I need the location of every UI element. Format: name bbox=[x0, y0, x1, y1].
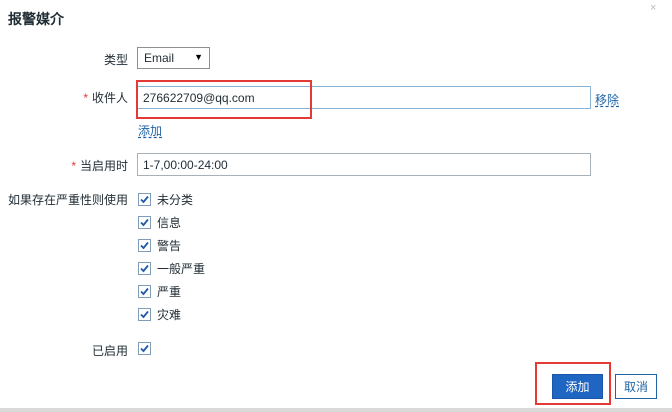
severity-checkbox[interactable] bbox=[138, 215, 151, 229]
severity-label: 如果存在严重性则使用 bbox=[7, 193, 128, 207]
severity-option: 灾难 bbox=[138, 306, 181, 322]
active-period-label-row: * 当启用时 bbox=[71, 157, 128, 174]
recipient-label: 收件人 bbox=[91, 91, 128, 105]
close-icon[interactable]: × bbox=[650, 2, 656, 14]
add-button[interactable]: 添加 bbox=[552, 374, 603, 399]
severity-checkbox[interactable] bbox=[138, 261, 151, 275]
enabled-row bbox=[138, 340, 157, 356]
bottom-edge bbox=[0, 408, 672, 412]
severity-option-label: 灾难 bbox=[157, 307, 182, 322]
severity-option-label: 严重 bbox=[157, 284, 182, 299]
check-icon bbox=[140, 310, 149, 318]
check-icon bbox=[140, 287, 149, 295]
remove-recipient-link[interactable]: 移除 bbox=[595, 91, 619, 108]
severity-option: 未分类 bbox=[138, 191, 193, 207]
enabled-label: 已启用 bbox=[91, 344, 128, 358]
chevron-down-icon: ▼ bbox=[194, 52, 203, 62]
active-period-input[interactable] bbox=[137, 153, 591, 176]
type-select-value: Email bbox=[144, 51, 175, 65]
severity-option: 警告 bbox=[138, 237, 181, 253]
recipient-label-row: * 收件人 bbox=[83, 89, 128, 106]
dialog-title: 报警媒介 bbox=[8, 11, 64, 27]
check-icon bbox=[140, 344, 149, 352]
required-mark: * bbox=[71, 159, 76, 173]
check-icon bbox=[140, 264, 149, 272]
required-mark: * bbox=[83, 91, 88, 105]
media-dialog: 报警媒介 × 类型 Email ▼ *收件人 移除 添加 *当启用时 如果存在严… bbox=[0, 0, 672, 412]
severity-option: 一般严重 bbox=[138, 260, 205, 276]
severity-option-label: 一般严重 bbox=[157, 261, 206, 276]
recipient-input[interactable] bbox=[137, 86, 591, 109]
check-icon bbox=[140, 241, 149, 249]
check-icon bbox=[140, 218, 149, 226]
severity-checkbox[interactable] bbox=[138, 238, 151, 252]
enabled-checkbox[interactable] bbox=[138, 341, 151, 355]
active-period-label: 当启用时 bbox=[79, 159, 128, 173]
severity-checkbox[interactable] bbox=[138, 307, 151, 321]
severity-option-label: 未分类 bbox=[157, 192, 194, 207]
severity-option: 严重 bbox=[138, 283, 181, 299]
severity-option-label: 警告 bbox=[157, 238, 182, 253]
cancel-button[interactable]: 取消 bbox=[615, 374, 657, 399]
severity-checkbox[interactable] bbox=[138, 192, 151, 206]
type-select[interactable]: Email ▼ bbox=[137, 47, 210, 69]
check-icon bbox=[140, 195, 149, 203]
severity-option-label: 信息 bbox=[157, 215, 182, 230]
severity-checkbox[interactable] bbox=[138, 284, 151, 298]
add-recipient-link[interactable]: 添加 bbox=[138, 122, 162, 139]
severity-option: 信息 bbox=[138, 214, 181, 230]
type-label: 类型 bbox=[103, 53, 128, 67]
